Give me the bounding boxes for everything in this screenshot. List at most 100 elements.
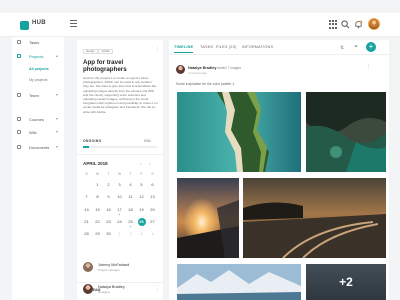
calendar-day[interactable]: 1 bbox=[114, 230, 125, 238]
post-options-icon[interactable]: ⋮ bbox=[366, 64, 371, 70]
calendar-day[interactable]: 2 bbox=[103, 181, 114, 189]
post-action: added 7 images bbox=[217, 66, 242, 70]
calendar-day[interactable]: 10 bbox=[114, 193, 125, 201]
sort-icon[interactable]: ⇅ bbox=[340, 45, 344, 51]
calendar-day[interactable]: 14 bbox=[81, 206, 92, 214]
courses-icon bbox=[17, 117, 21, 121]
calendar-day[interactable]: 17 bbox=[114, 206, 125, 215]
calendar-day[interactable]: 15 bbox=[92, 206, 103, 214]
calendar-day[interactable]: 25 bbox=[125, 218, 136, 227]
calendar-day[interactable]: 2 bbox=[125, 230, 136, 238]
calendar-next-icon[interactable]: › bbox=[149, 161, 151, 166]
calendar-day[interactable]: 1 bbox=[92, 181, 103, 189]
team-member[interactable]: Johnny McFarland Project manager bbox=[83, 262, 159, 274]
more-photos-count: +2 bbox=[306, 264, 386, 300]
calendar-weekday: S bbox=[85, 172, 88, 176]
sidebar-item-documents[interactable]: Documents ▾ bbox=[12, 142, 64, 152]
author-avatar[interactable] bbox=[176, 65, 185, 74]
tab-tasks[interactable]: TASKS bbox=[200, 45, 213, 49]
tab-timeline[interactable]: TIMELINE bbox=[174, 45, 193, 49]
tasks-icon bbox=[17, 40, 21, 44]
user-avatar[interactable] bbox=[368, 18, 380, 30]
sidebar: Tasks Projects ▴ All projects My project… bbox=[12, 37, 64, 300]
calendar-day[interactable]: 3 bbox=[136, 230, 147, 238]
team-icon bbox=[17, 93, 21, 97]
calendar-day[interactable]: 5 bbox=[136, 181, 147, 189]
calendar-prev-icon[interactable]: ‹ bbox=[140, 161, 142, 166]
photo-tropical[interactable] bbox=[306, 92, 386, 172]
tag-mobile[interactable]: mobile bbox=[98, 49, 113, 54]
more-options-icon[interactable]: ⋮ bbox=[155, 47, 160, 53]
photo-railroad[interactable] bbox=[243, 178, 386, 258]
calendar-day[interactable]: 20 bbox=[147, 206, 158, 214]
calendar-day[interactable]: 24 bbox=[114, 218, 125, 226]
sidebar-item-courses[interactable]: Courses ▾ bbox=[12, 114, 64, 124]
documents-icon bbox=[17, 145, 21, 149]
hub-logo-icon[interactable] bbox=[20, 21, 29, 30]
tag-design[interactable]: design bbox=[83, 49, 98, 54]
member-avatar bbox=[83, 284, 93, 294]
calendar-day[interactable]: 30 bbox=[103, 230, 114, 238]
tab-informations[interactable]: INFORMATIONS bbox=[242, 45, 273, 49]
tab-files[interactable]: FILES (23) bbox=[216, 45, 236, 49]
sidebar-subitem-all-projects[interactable]: All projects bbox=[29, 67, 49, 71]
calendar-month: APRIL 2018 bbox=[83, 161, 108, 166]
calendar-weekday: F bbox=[140, 172, 143, 176]
calendar-day[interactable]: 21 bbox=[81, 218, 92, 226]
photo-more[interactable]: +2 bbox=[306, 264, 386, 300]
photo-sunset[interactable] bbox=[177, 178, 239, 258]
notification-bell-icon[interactable] bbox=[354, 20, 363, 29]
post-author[interactable]: Natalya Bradley bbox=[188, 66, 217, 70]
calendar-weekday: W bbox=[117, 172, 122, 176]
calendar-day[interactable]: 7 bbox=[81, 193, 92, 201]
app-name[interactable]: HUB bbox=[32, 20, 46, 26]
calendar-day[interactable]: 19 bbox=[136, 206, 147, 214]
calendar-day[interactable]: 4 bbox=[147, 230, 158, 238]
chevron-down-icon: ▾ bbox=[56, 92, 59, 97]
calendar-day[interactable]: 22 bbox=[92, 218, 103, 226]
sidebar-item-wiki[interactable]: Wiki ▾ bbox=[12, 127, 64, 137]
calendar-day[interactable]: 16 bbox=[103, 206, 114, 214]
photo-aerial-coast[interactable] bbox=[177, 92, 301, 172]
projects-icon bbox=[17, 54, 21, 58]
apps-grid-icon[interactable] bbox=[329, 20, 338, 29]
calendar-day[interactable]: 29 bbox=[92, 230, 103, 238]
calendar-day[interactable]: 28 bbox=[81, 230, 92, 238]
calendar-day[interactable]: 11 bbox=[125, 193, 136, 201]
calendar-day[interactable]: 3 bbox=[114, 181, 125, 189]
calendar-grid: S M T W T F S 1 2 3 4 5 6 7 8 9 10 11 12 13 14 15 16 17 18 19 20 21… bbox=[81, 171, 157, 238]
chevron-down-icon: ▾ bbox=[56, 129, 59, 134]
calendar-day[interactable]: 4 bbox=[125, 181, 136, 189]
calendar-day[interactable]: 23 bbox=[103, 218, 114, 226]
hamburger-menu-icon[interactable] bbox=[70, 20, 77, 27]
sidebar-item-tasks[interactable]: Tasks bbox=[12, 37, 64, 47]
calendar-day[interactable]: 12 bbox=[136, 193, 147, 201]
calendar-day[interactable]: 8 bbox=[92, 193, 103, 201]
calendar-day[interactable]: 13 bbox=[147, 193, 158, 201]
chevron-down-icon: ▾ bbox=[56, 116, 59, 121]
project-description: Goal for this project it to create an ap… bbox=[83, 76, 158, 114]
sidebar-item-team[interactable]: Team ▾ bbox=[12, 90, 64, 100]
wiki-icon bbox=[17, 130, 21, 134]
calendar-day[interactable]: 27 bbox=[147, 218, 158, 226]
calendar-day[interactable]: 9 bbox=[103, 193, 114, 201]
filter-icon[interactable]: ⏷ bbox=[354, 44, 358, 50]
add-button[interactable]: + bbox=[366, 42, 376, 52]
sidebar-item-projects[interactable]: Projects ▴ bbox=[12, 51, 64, 61]
search-icon[interactable] bbox=[341, 20, 350, 29]
calendar-day[interactable]: 18 bbox=[125, 206, 136, 214]
project-card: design mobile ⋮ App for travel photograp… bbox=[77, 40, 163, 300]
calendar-day bbox=[81, 181, 92, 189]
progress-count: 5/64 bbox=[144, 139, 151, 143]
calendar-weekday: T bbox=[129, 172, 132, 176]
photo-mountains[interactable] bbox=[177, 264, 301, 300]
calendar-day[interactable]: 6 bbox=[147, 181, 158, 189]
project-title: App for travel photographers bbox=[83, 59, 127, 73]
timeline-panel: TIMELINE TASKS FILES (23) INFORMATIONS ⇅… bbox=[169, 40, 389, 300]
post-time: 2 minutes ago bbox=[188, 71, 207, 75]
calendar-day[interactable]: 26 bbox=[137, 217, 146, 226]
chevron-up-icon: ▴ bbox=[56, 53, 59, 58]
status-label: ONGOING bbox=[83, 139, 102, 143]
team-member[interactable]: Natalya Bradley Designer bbox=[83, 284, 159, 296]
sidebar-subitem-my-projects[interactable]: My projects bbox=[29, 78, 47, 82]
